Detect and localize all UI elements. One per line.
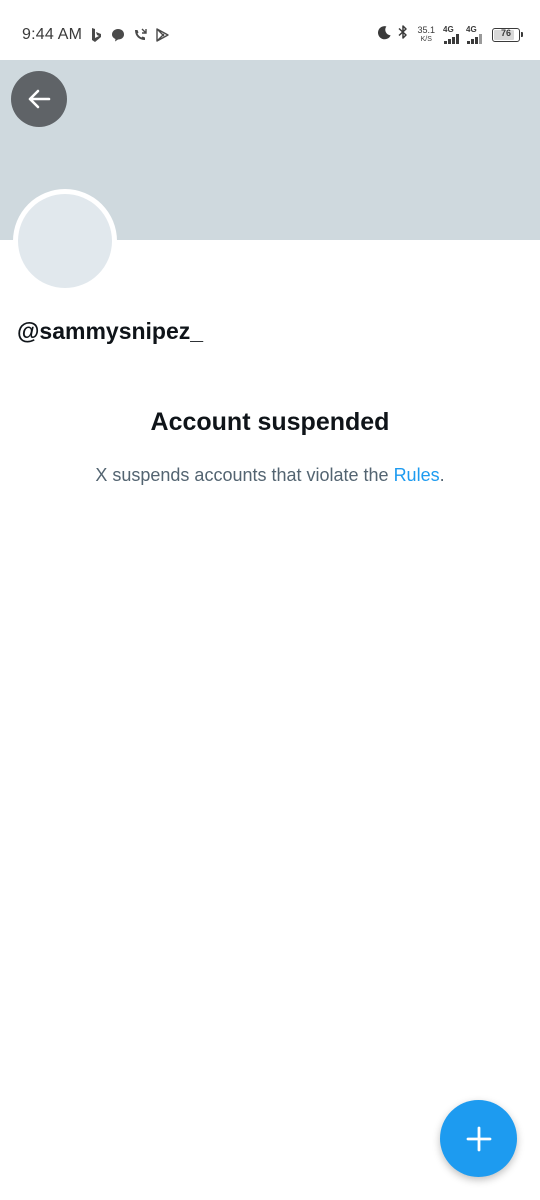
notification-icons xyxy=(88,27,170,43)
rules-link[interactable]: Rules xyxy=(394,465,440,485)
status-time: 9:44 AM xyxy=(22,26,83,43)
bing-icon xyxy=(88,27,104,43)
profile-handle: @sammysnipez_ xyxy=(17,318,204,344)
signal-bars-icon xyxy=(467,33,482,44)
sim2-label: 4G xyxy=(466,24,477,34)
network-speed-unit: K/S xyxy=(420,35,432,43)
sim1-label: 4G xyxy=(443,24,454,34)
suspended-message: X suspends accounts that violate the Rul… xyxy=(0,465,540,486)
plus-icon xyxy=(466,1126,491,1151)
signal-bars-icon xyxy=(444,33,459,44)
suspended-message-suffix: . xyxy=(439,465,445,485)
battery-level: 76 xyxy=(500,27,511,38)
back-button[interactable] xyxy=(11,71,67,127)
bluetooth-icon xyxy=(397,24,409,45)
moon-icon xyxy=(377,25,392,45)
sim2-signal: 4G xyxy=(466,24,484,44)
suspended-message-prefix: X suspends accounts that violate the xyxy=(95,465,394,485)
play-store-icon xyxy=(154,27,170,43)
profile-screen: 9:44 AM 35.1 K/S 4G 4G 76 @sammysnipez_ … xyxy=(0,0,540,1200)
avatar[interactable] xyxy=(13,189,117,293)
compose-button[interactable] xyxy=(440,1100,517,1177)
network-speed: 35.1 K/S xyxy=(417,24,435,44)
suspended-title: Account suspended xyxy=(150,408,390,436)
missed-call-icon xyxy=(132,27,148,43)
sim1-signal: 4G xyxy=(443,24,461,44)
network-speed-value: 35.1 xyxy=(417,24,435,35)
battery-icon: 76 xyxy=(492,27,523,42)
system-status-icons: 35.1 K/S 4G 4G 76 xyxy=(377,24,523,45)
avatar-placeholder xyxy=(18,194,112,288)
message-bubble-icon xyxy=(110,27,126,43)
status-bar: 9:44 AM 35.1 K/S 4G 4G 76 xyxy=(0,0,540,60)
arrow-left-icon xyxy=(28,89,51,109)
